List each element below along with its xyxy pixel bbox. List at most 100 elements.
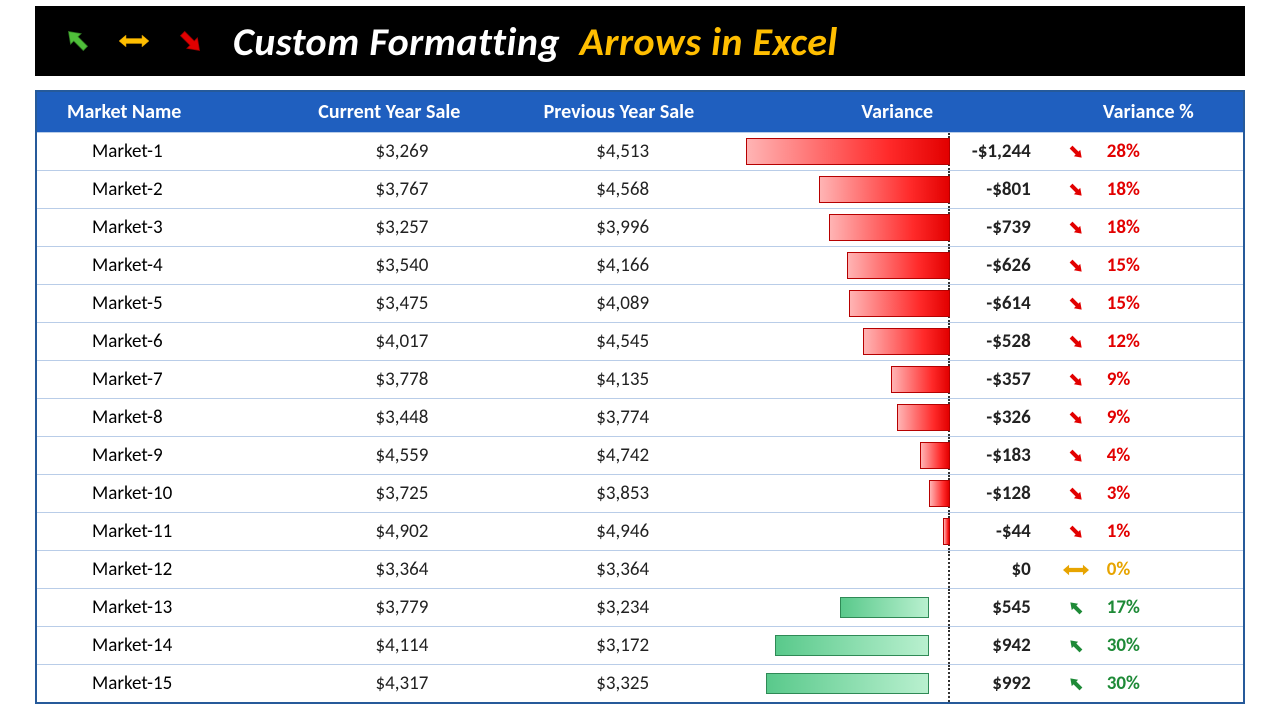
variance-pct-value: 0% bbox=[1107, 558, 1167, 581]
cell-variance-pct: 30% bbox=[1041, 665, 1243, 702]
arrow-down-icon bbox=[1061, 293, 1091, 315]
cell-current-year: $3,540 bbox=[299, 247, 506, 284]
variance-pct-value: 28% bbox=[1107, 140, 1167, 163]
variance-value: $942 bbox=[931, 634, 1041, 657]
cell-previous-year: $4,513 bbox=[505, 133, 740, 170]
cell-variance: -$1,244 bbox=[740, 133, 1041, 170]
table-row: Market-1$3,269$4,513-$1,244 28% bbox=[37, 132, 1243, 170]
cell-variance: -$528 bbox=[740, 323, 1041, 360]
cell-variance: $0 bbox=[740, 551, 1041, 588]
cell-market-name: Market-8 bbox=[37, 399, 299, 436]
cell-market-name: Market-3 bbox=[37, 209, 299, 246]
variance-pct-value: 15% bbox=[1107, 292, 1167, 315]
cell-market-name: Market-10 bbox=[37, 475, 299, 512]
arrow-up-icon bbox=[1061, 597, 1091, 619]
table-row: Market-14$4,114$3,172$94230% bbox=[37, 626, 1243, 664]
cell-market-name: Market-14 bbox=[37, 627, 299, 664]
table-body: Market-1$3,269$4,513-$1,24428%Market-2$3… bbox=[37, 132, 1243, 702]
title-bar: Custom Formatting Arrows in Excel bbox=[35, 6, 1245, 76]
cell-current-year: $3,725 bbox=[299, 475, 506, 512]
cell-variance-pct: 12% bbox=[1041, 323, 1243, 360]
variance-value: $992 bbox=[931, 672, 1041, 695]
cell-variance: -$128 bbox=[740, 475, 1041, 512]
cell-previous-year: $3,172 bbox=[505, 627, 740, 664]
cell-variance-pct: 0% bbox=[1041, 551, 1243, 588]
cell-variance: -$357 bbox=[740, 361, 1041, 398]
title-icons bbox=[63, 30, 205, 52]
variance-value: $545 bbox=[931, 596, 1041, 619]
table-row: Market-6$4,017$4,545-$52812% bbox=[37, 322, 1243, 360]
variance-pct-value: 15% bbox=[1107, 254, 1167, 277]
variance-pct-value: 18% bbox=[1107, 178, 1167, 201]
cell-previous-year: $4,166 bbox=[505, 247, 740, 284]
table-row: Market-3$3,257$3,996-$739 18% bbox=[37, 208, 1243, 246]
cell-market-name: Market-7 bbox=[37, 361, 299, 398]
arrow-down-icon bbox=[1061, 521, 1091, 543]
cell-previous-year: $3,996 bbox=[505, 209, 740, 246]
arrow-down-icon bbox=[1061, 483, 1091, 505]
table-row: Market-7$3,778$4,135-$3579% bbox=[37, 360, 1243, 398]
cell-current-year: $3,475 bbox=[299, 285, 506, 322]
arrow-up-icon bbox=[63, 30, 93, 52]
cell-variance: $545 bbox=[740, 589, 1041, 626]
cell-variance: -$183 bbox=[740, 437, 1041, 474]
cell-variance-pct: 30% bbox=[1041, 627, 1243, 664]
cell-current-year: $3,778 bbox=[299, 361, 506, 398]
title-part-1: Custom Formatting bbox=[233, 17, 560, 66]
variance-pct-value: 30% bbox=[1107, 672, 1167, 695]
table-row: Market-10$3,725$3,853-$1283% bbox=[37, 474, 1243, 512]
cell-current-year: $3,767 bbox=[299, 171, 506, 208]
arrow-down-icon bbox=[1061, 179, 1091, 201]
table-row: Market-5$3,475$4,089-$614 15% bbox=[37, 284, 1243, 322]
cell-variance: $992 bbox=[740, 665, 1041, 702]
cell-previous-year: $4,089 bbox=[505, 285, 740, 322]
arrow-down-icon bbox=[1061, 141, 1091, 163]
table-row: Market-4$3,540$4,166-$626 15% bbox=[37, 246, 1243, 284]
cell-variance: -$614 bbox=[740, 285, 1041, 322]
arrow-left-right-icon bbox=[119, 30, 149, 52]
cell-previous-year: $3,234 bbox=[505, 589, 740, 626]
cell-variance-pct: 4% bbox=[1041, 437, 1243, 474]
cell-previous-year: $4,545 bbox=[505, 323, 740, 360]
cell-variance-pct: 3% bbox=[1041, 475, 1243, 512]
title-part-2: Arrows in Excel bbox=[580, 17, 838, 66]
cell-current-year: $3,269 bbox=[299, 133, 506, 170]
cell-previous-year: $3,325 bbox=[505, 665, 740, 702]
table-row: Market-8$3,448$3,774-$3269% bbox=[37, 398, 1243, 436]
cell-current-year: $4,559 bbox=[299, 437, 506, 474]
cell-market-name: Market-2 bbox=[37, 171, 299, 208]
cell-variance: -$739 bbox=[740, 209, 1041, 246]
cell-market-name: Market-1 bbox=[37, 133, 299, 170]
table-row: Market-13$3,779$3,234$54517% bbox=[37, 588, 1243, 626]
cell-current-year: $4,017 bbox=[299, 323, 506, 360]
cell-variance: $942 bbox=[740, 627, 1041, 664]
table-row: Market-12$3,364$3,364$00% bbox=[37, 550, 1243, 588]
cell-variance-pct: 28% bbox=[1041, 133, 1243, 170]
table-row: Market-2$3,767$4,568-$80118% bbox=[37, 170, 1243, 208]
cell-variance-pct: 18% bbox=[1041, 171, 1243, 208]
variance-pct-value: 18% bbox=[1107, 216, 1167, 239]
arrow-down-icon bbox=[1061, 217, 1091, 239]
cell-current-year: $3,448 bbox=[299, 399, 506, 436]
cell-previous-year: $4,742 bbox=[505, 437, 740, 474]
cell-variance: -$44 bbox=[740, 513, 1041, 550]
cell-previous-year: $4,135 bbox=[505, 361, 740, 398]
cell-market-name: Market-6 bbox=[37, 323, 299, 360]
cell-market-name: Market-5 bbox=[37, 285, 299, 322]
cell-current-year: $3,257 bbox=[299, 209, 506, 246]
cell-market-name: Market-12 bbox=[37, 551, 299, 588]
variance-pct-value: 9% bbox=[1107, 406, 1167, 429]
cell-market-name: Market-11 bbox=[37, 513, 299, 550]
variance-pct-value: 30% bbox=[1107, 634, 1167, 657]
variance-pct-value: 4% bbox=[1107, 444, 1167, 467]
cell-variance: -$801 bbox=[740, 171, 1041, 208]
header-previous-year: Previous Year Sale bbox=[497, 100, 741, 124]
arrow-down-icon bbox=[1061, 331, 1091, 353]
arrow-down-icon bbox=[1061, 445, 1091, 467]
cell-variance: -$626 bbox=[740, 247, 1041, 284]
cell-variance-pct: 15% bbox=[1041, 285, 1243, 322]
cell-current-year: $3,779 bbox=[299, 589, 506, 626]
cell-market-name: Market-4 bbox=[37, 247, 299, 284]
cell-previous-year: $3,853 bbox=[505, 475, 740, 512]
header-market-name: Market Name bbox=[37, 100, 282, 124]
